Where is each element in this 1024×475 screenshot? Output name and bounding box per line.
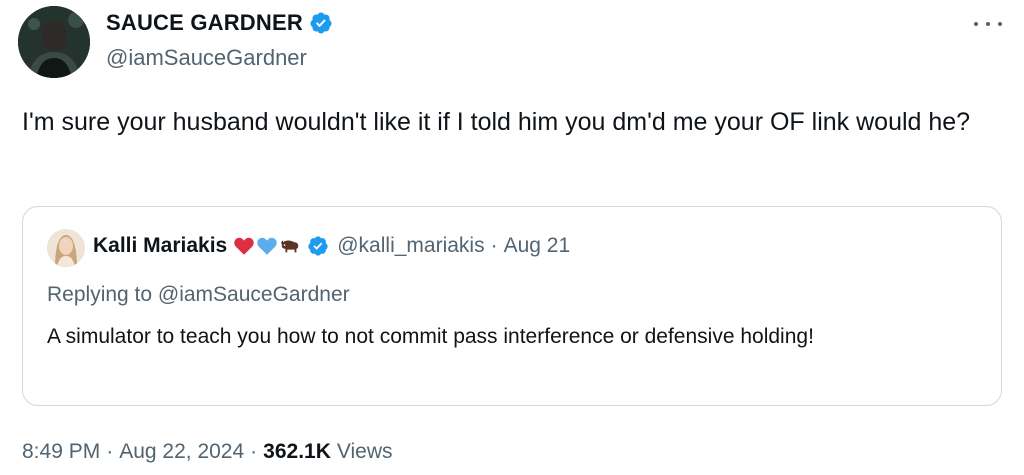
- replying-to: Replying to @iamSauceGardner: [47, 283, 350, 306]
- quoted-date[interactable]: Aug 21: [504, 234, 571, 258]
- meta-separator: ·: [106, 440, 114, 463]
- views-count: 362.1K: [263, 440, 331, 463]
- quoted-header: Kalli Mariakis @kalli_mariakis · Aug 21: [93, 234, 570, 258]
- tweet: SAUCE GARDNER @iamSauceGardner I'm sure …: [0, 0, 1024, 475]
- tweet-date[interactable]: Aug 22, 2024: [119, 440, 244, 464]
- quoted-author-avatar[interactable]: [47, 229, 85, 267]
- quoted-display-name[interactable]: Kalli Mariakis: [93, 234, 227, 258]
- tweet-meta: 8:49 PM · Aug 22, 2024 · 362.1K Views: [22, 440, 393, 464]
- blue-heart-icon: [256, 235, 278, 257]
- name-emojis: [233, 235, 301, 257]
- tweet-text: I'm sure your husband wouldn't like it i…: [22, 108, 971, 136]
- meta-separator: ·: [250, 440, 258, 463]
- more-dot: [986, 22, 990, 26]
- bison-icon: [279, 235, 301, 257]
- quoted-tweet-card[interactable]: Kalli Mariakis @kalli_mariakis · Aug 21 …: [22, 206, 1002, 406]
- author-name-row: SAUCE GARDNER: [106, 10, 333, 36]
- author-display-name[interactable]: SAUCE GARDNER: [106, 10, 303, 36]
- verified-badge-icon: [309, 11, 333, 35]
- more-dot: [998, 22, 1002, 26]
- author-avatar[interactable]: [18, 6, 90, 78]
- quoted-tweet-text: A simulator to teach you how to not comm…: [47, 325, 814, 348]
- quoted-separator: ·: [490, 234, 498, 257]
- tweet-time[interactable]: 8:49 PM: [22, 440, 100, 464]
- author-handle[interactable]: @iamSauceGardner: [106, 45, 307, 71]
- red-heart-icon: [233, 235, 255, 257]
- more-options-icon[interactable]: [974, 14, 1002, 34]
- quoted-verified-badge-icon: [307, 235, 329, 257]
- views-label: Views: [336, 440, 393, 463]
- more-dot: [974, 22, 978, 26]
- quoted-handle[interactable]: @kalli_mariakis: [337, 234, 484, 258]
